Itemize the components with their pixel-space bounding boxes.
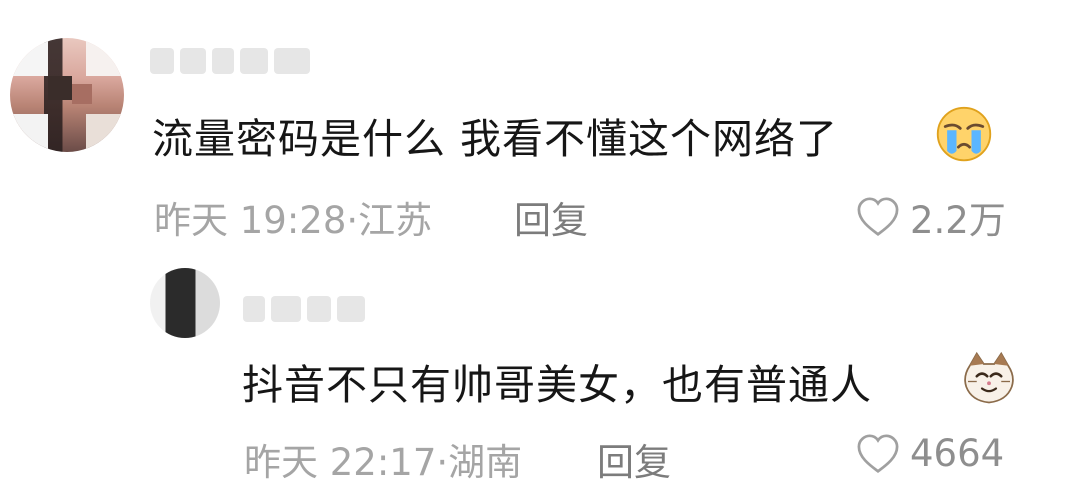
username-blurred[interactable] [150, 44, 336, 78]
username-blurred[interactable] [243, 292, 379, 326]
heart-outline-icon [857, 433, 899, 473]
reply-button[interactable]: 回复 [597, 432, 671, 486]
comment-meta: 昨天 19:28·江苏 [154, 190, 432, 244]
like-count: 2.2万 [910, 199, 1006, 242]
reply-button[interactable]: 回复 [514, 190, 588, 244]
like-count: 4664 [910, 432, 1005, 475]
location: 湖南 [448, 441, 523, 484]
crying-face-icon [936, 106, 992, 162]
comment-text: 流量密码是什么 我看不懂这个网络了 [152, 115, 839, 163]
smirking-cat-icon [964, 351, 1014, 404]
timestamp: 昨天 22:17 [244, 441, 437, 484]
separator: · [346, 199, 359, 242]
like-button[interactable]: 4664 [856, 432, 1004, 475]
separator: · [436, 441, 449, 484]
timestamp: 昨天 19:28 [154, 199, 347, 242]
avatar[interactable] [10, 38, 124, 152]
comment-thread: 流量密码是什么 我看不懂这个网络了 昨天 19:28·江苏 回复 2.2万 抖音… [0, 0, 1080, 496]
comment-meta: 昨天 22:17·湖南 [244, 432, 522, 486]
heart-outline-icon [857, 197, 899, 236]
location: 江苏 [358, 199, 433, 242]
comment-text: 抖音不只有帅哥美女，也有普通人 [242, 361, 872, 409]
like-button[interactable]: 2.2万 [856, 190, 1006, 244]
avatar[interactable] [150, 268, 220, 338]
